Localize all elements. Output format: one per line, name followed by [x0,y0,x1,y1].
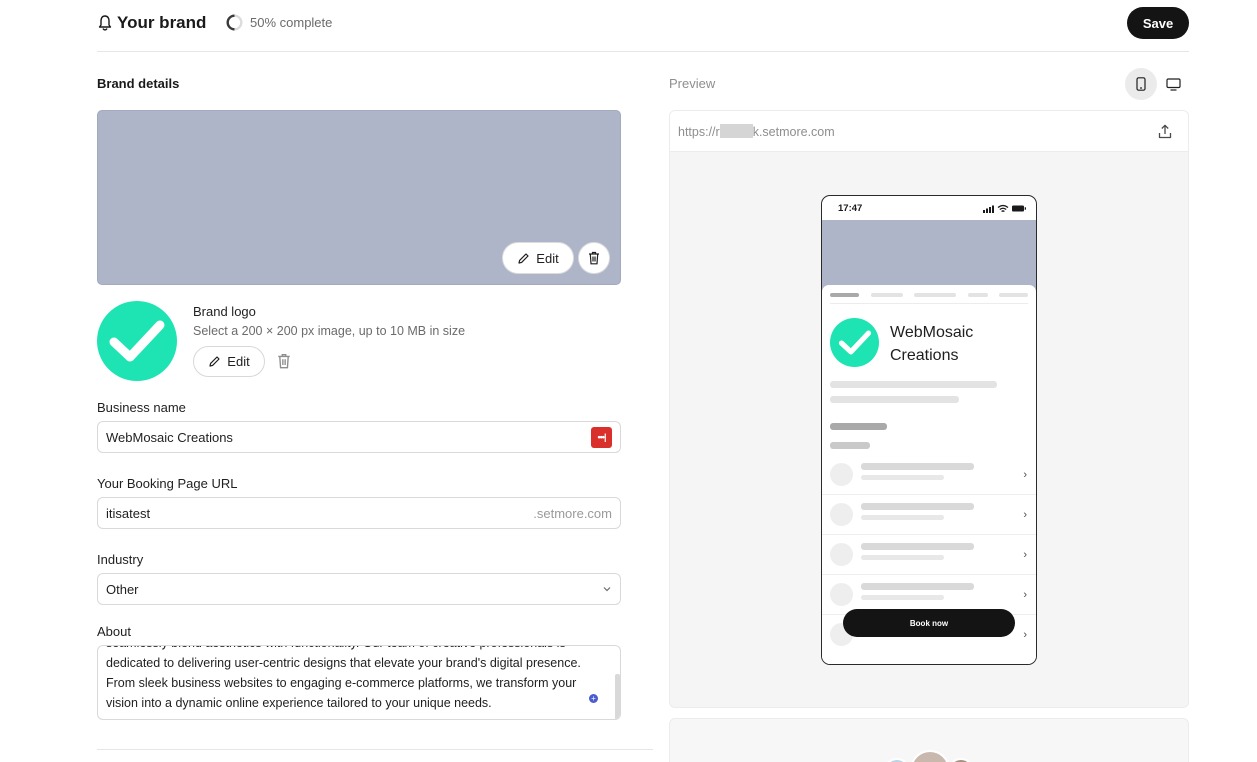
phone-business-name: WebMosaic Creations [890,324,974,364]
service-thumb [830,583,853,606]
skeleton-line [830,396,959,403]
industry-select[interactable]: Other [97,573,621,605]
checkmark-icon [109,320,165,362]
cover-edit-button[interactable]: Edit [502,242,574,274]
phone-brand-logo [830,318,879,367]
business-name-value: WebMosaic Creations [106,429,233,445]
business-name-input[interactable]: WebMosaic Creations •••| [97,421,621,453]
divider [97,749,653,750]
bell-icon [98,15,112,31]
booking-url-value: itisatest [106,505,151,521]
phone-tab [999,293,1028,297]
status-time: 17:47 [838,203,863,214]
skeleton-line [861,583,974,590]
avatar [910,750,950,762]
skeleton-line [861,543,974,550]
redacted-mask [719,124,753,138]
phone-preview: 17:47 WebMosaic Creations › › › › › Book… [821,195,1037,665]
about-line: dedicated to delivering user-centric des… [106,656,581,670]
mobile-device-icon [1136,77,1146,91]
logo-edit-button[interactable]: Edit [193,346,265,377]
skeleton-line [861,515,944,520]
pencil-icon [518,252,529,264]
book-now-button[interactable]: Book now [843,609,1015,637]
industry-value: Other [106,581,139,597]
brand-logo-title: Brand logo [193,304,256,319]
phone-tab [968,293,988,297]
progress-ring-icon [226,14,243,31]
skeleton-line [861,503,974,510]
skeleton-line [830,381,997,388]
preview-title: Preview [669,76,716,91]
booking-url-input[interactable]: itisatest .setmore.com [97,497,621,529]
industry-label: Industry [97,552,144,567]
chevron-right-icon: › [1023,589,1027,601]
phone-tab [914,293,956,297]
skeleton-heading [830,442,870,449]
page-title: Your brand [117,13,207,32]
save-button[interactable]: Save [1127,7,1189,39]
chevron-down-icon [603,587,611,592]
password-manager-icon[interactable]: •••| [591,426,612,448]
chevron-right-icon: › [1023,509,1027,521]
skeleton-line [861,555,944,560]
tab-divider [830,303,1028,304]
checkmark-icon [838,330,871,355]
trash-icon [589,251,599,265]
service-row[interactable]: › [822,455,1036,495]
service-row[interactable]: › [822,495,1036,535]
service-row[interactable]: › [822,535,1036,575]
status-bar-icons [983,204,1026,213]
phone-cover-image [822,220,1036,292]
preview-url[interactable]: https://r k.setmore.com [678,124,835,139]
about-textarea[interactable]: seamlessly blend aesthetics with functio… [97,645,621,720]
progress-text: 50% complete [250,15,333,30]
desktop-monitor-icon [1165,77,1181,91]
brand-logo-image [97,301,177,381]
about-scrollbar[interactable] [615,674,620,719]
preview-url-bar: https://r k.setmore.com [670,111,1188,152]
top-bar: Your brand 50% complete Save [97,0,1189,52]
avatar [884,758,910,762]
brand-logo-hint: Select a 200 × 200 px image, up to 10 MB… [193,324,466,338]
avatar [948,758,974,762]
service-thumb [830,543,853,566]
cover-image: Edit [97,110,621,285]
about-line: seamlessly blend aesthetics with functio… [106,646,606,653]
phone-content: WebMosaic Creations › › › › › Book now [822,285,1036,664]
chevron-right-icon: › [1023,469,1027,481]
service-thumb [830,463,853,486]
logo-edit-label: Edit [227,354,250,369]
about-label: About [97,624,131,639]
preview-card: https://r k.setmore.com 17:47 WebMosaic … [669,110,1189,708]
about-line: From sleek business websites to engaging… [106,676,577,690]
cover-edit-label: Edit [536,250,559,266]
team-preview-card [669,718,1189,762]
skeleton-heading [830,423,887,430]
skeleton-line [861,475,944,480]
chevron-right-icon: › [1023,549,1027,561]
desktop-view-button[interactable] [1160,68,1186,100]
preview-url-prefix: https://r [678,125,720,139]
brand-details-title: Brand details [97,76,180,91]
skeleton-line [861,463,974,470]
phone-tab [871,293,903,297]
business-name-label: Business name [97,400,186,415]
booking-url-suffix: .setmore.com [533,505,612,521]
trash-icon[interactable] [277,353,291,369]
skeleton-line [861,595,944,600]
plus-icon[interactable]: + [589,694,598,703]
mobile-view-button[interactable] [1125,68,1157,100]
phone-tab [830,293,859,297]
about-text: seamlessly blend aesthetics with functio… [106,646,606,713]
booking-url-label: Your Booking Page URL [97,476,238,491]
chevron-right-icon: › [1023,629,1027,641]
preview-url-suffix: k.setmore.com [752,125,835,139]
share-icon[interactable] [1158,124,1172,139]
service-thumb [830,503,853,526]
about-line: vision into a dynamic online experience … [106,696,492,710]
pencil-icon [209,356,220,367]
cover-delete-button[interactable] [578,242,610,274]
